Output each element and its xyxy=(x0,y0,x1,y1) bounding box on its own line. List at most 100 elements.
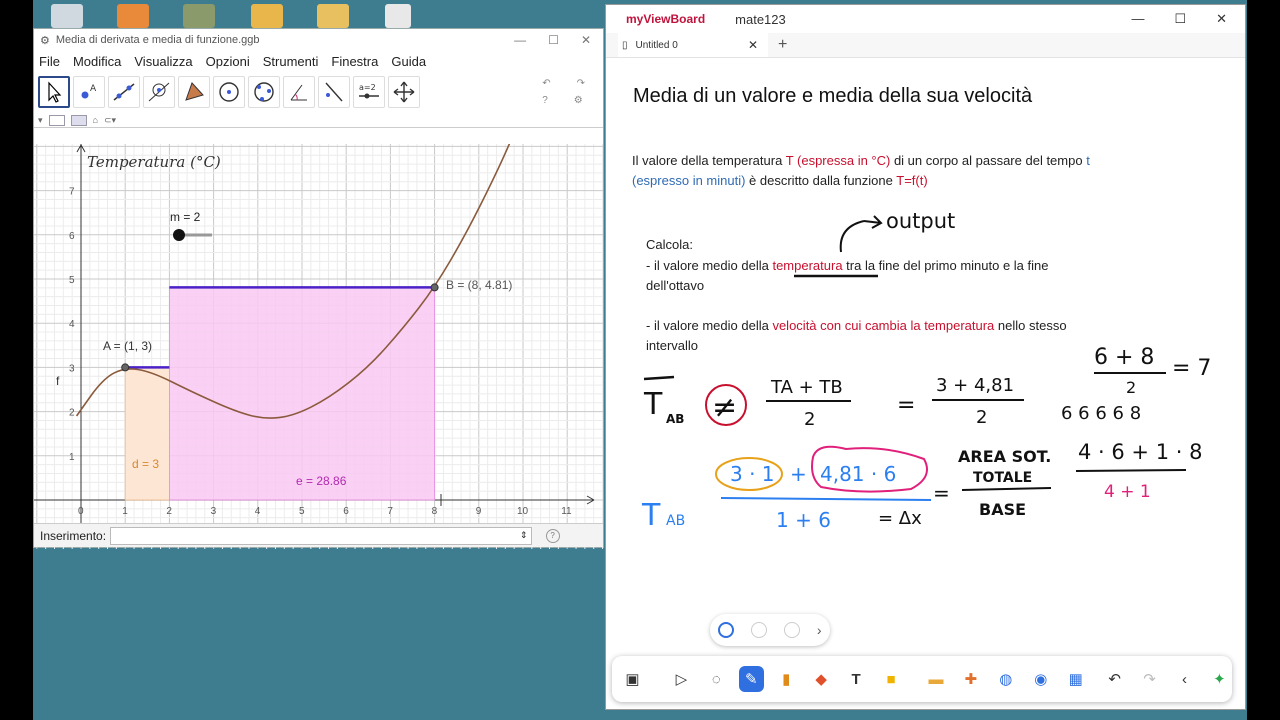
hw-t: T xyxy=(643,387,663,422)
mvb-user: mate123 xyxy=(735,11,786,27)
app-shortcut-icon[interactable] xyxy=(117,4,149,28)
move-view-tool-icon[interactable] xyxy=(388,76,420,108)
pen-icon[interactable]: ✎ xyxy=(738,666,764,692)
input-help-icon[interactable]: ? xyxy=(545,528,560,543)
overline-stroke xyxy=(643,375,675,381)
menu-file[interactable]: File xyxy=(39,54,60,69)
text-icon[interactable]: T xyxy=(844,666,869,692)
select-icon[interactable]: ▷ xyxy=(669,666,694,692)
minimize-icon[interactable]: — xyxy=(514,33,526,47)
orange-strip-region xyxy=(124,366,170,501)
x-tick-label: 1 xyxy=(122,506,128,517)
folder-icon[interactable]: ▬ xyxy=(924,666,949,692)
tab-label: Untitled 0 xyxy=(635,39,678,51)
document-icon[interactable] xyxy=(385,4,411,28)
lasso-icon[interactable]: ◌ xyxy=(704,666,729,692)
redo-icon[interactable]: ↷ xyxy=(577,78,585,89)
home-icon[interactable]: ⌂ xyxy=(93,115,98,125)
point-a[interactable] xyxy=(121,363,130,372)
ggb-menubar: File Modifica Visualizza Opzioni Strumen… xyxy=(34,51,603,71)
globe-icon[interactable]: ◍ xyxy=(993,666,1018,692)
graphics-view[interactable]: 0 1 2 3 4 5 6 7 8 9 10 11 1234567 Temperatura (°C) … xyxy=(34,132,604,549)
maximize-icon[interactable]: ☐ xyxy=(1174,11,1186,27)
eraser-icon[interactable]: ▮ xyxy=(774,666,799,692)
mean-rectangle-region xyxy=(168,286,436,501)
document-icon: ▯ xyxy=(622,39,628,51)
close-icon[interactable]: ✕ xyxy=(581,33,591,47)
slider-knob[interactable] xyxy=(173,229,185,241)
menu-opzioni[interactable]: Opzioni xyxy=(206,54,250,69)
shapes-icon[interactable]: ◆ xyxy=(809,666,834,692)
point-capture-icon[interactable]: ⊂▾ xyxy=(104,115,116,126)
redo-icon[interactable]: ↷ xyxy=(1137,666,1162,692)
undo-icon[interactable]: ↶ xyxy=(542,78,550,89)
menu-modifica[interactable]: Modifica xyxy=(73,54,121,69)
hw-area1: AREA SOT. xyxy=(958,447,1051,466)
ggb-window-title: Media di derivata e media di funzione.gg… xyxy=(55,34,260,46)
perpendicular-tool-icon[interactable] xyxy=(143,76,175,108)
y-tick-label: 6 xyxy=(69,231,75,242)
apps-icon[interactable]: ▦ xyxy=(1063,666,1088,692)
folder-icon[interactable] xyxy=(251,4,283,28)
screenshot-icon[interactable]: ▣ xyxy=(620,666,645,692)
hw-num2: 4,81 · 6 xyxy=(820,462,896,486)
slider-label: m = 2 xyxy=(170,210,201,224)
y-tick-label: 4 xyxy=(69,319,75,330)
folder-icon[interactable] xyxy=(317,4,349,28)
axes-toggle-icon[interactable] xyxy=(48,114,65,126)
input-field[interactable] xyxy=(110,526,533,545)
whiteboard-canvas[interactable]: Media di un valore e media della sua vel… xyxy=(606,57,1245,709)
menu-finestra[interactable]: Finestra xyxy=(331,54,378,69)
point-b[interactable] xyxy=(430,283,439,292)
menu-visualizza[interactable]: Visualizza xyxy=(134,54,192,69)
hw-frac2-num: 3 + 4,81 xyxy=(936,375,1014,396)
undo-icon[interactable]: ↶ xyxy=(1102,666,1127,692)
tab-close-icon[interactable]: ✕ xyxy=(748,38,758,52)
svg-text:A: A xyxy=(90,84,97,94)
y-tick-label: 2 xyxy=(69,408,75,419)
cursor-crosshair-icon xyxy=(435,494,447,506)
y-tick-label: 1 xyxy=(69,452,75,463)
toolbox-icon[interactable]: ✚ xyxy=(958,666,983,692)
menu-strumenti[interactable]: Strumenti xyxy=(263,54,319,69)
tab-untitled[interactable]: ▯ Untitled 0 ✕ xyxy=(618,33,768,57)
menu-guida[interactable]: Guida xyxy=(391,54,426,69)
point-a-label: A = (1, 3) xyxy=(103,339,152,353)
mvb-toolbar: ▣ ▷ ◌ ✎ ▮ ◆ T ■ ▬ ✚ ◍ ◉ ▦ ↶ ↷ ‹ ✦ xyxy=(612,656,1232,702)
input-dropdown-icon[interactable]: ⇕ xyxy=(520,530,528,541)
x-tick-label: 3 xyxy=(211,506,217,517)
grid-toggle-icon[interactable] xyxy=(70,114,87,126)
next-page-icon[interactable]: › xyxy=(817,622,822,638)
image-shortcut-icon[interactable] xyxy=(183,4,215,28)
sticky-note-icon[interactable]: ■ xyxy=(879,666,904,692)
new-tab-icon[interactable]: + xyxy=(778,36,787,54)
mvb-brand-icon[interactable]: ✦ xyxy=(1207,666,1232,692)
recycle-bin-icon[interactable] xyxy=(51,4,83,28)
page-dot-icon[interactable] xyxy=(751,622,768,638)
close-icon[interactable]: ✕ xyxy=(1216,11,1227,27)
reflect-tool-icon[interactable] xyxy=(318,76,350,108)
capture-icon[interactable]: ◉ xyxy=(1028,666,1053,692)
point-tool-icon[interactable]: A xyxy=(73,76,105,108)
move-tool-icon[interactable] xyxy=(38,76,70,108)
circle-three-points-icon[interactable] xyxy=(248,76,280,108)
hw-frac1-den: 2 xyxy=(804,409,815,430)
stylebar-toggle-icon[interactable]: ▾ xyxy=(38,115,43,126)
collapse-icon[interactable]: ‹ xyxy=(1172,666,1197,692)
mvb-logo: myViewBoard xyxy=(626,12,706,26)
circle-tool-icon[interactable] xyxy=(213,76,245,108)
hw-frac2-den: 2 xyxy=(976,407,987,428)
maximize-icon[interactable]: ☐ xyxy=(548,33,559,47)
page-dot-icon[interactable] xyxy=(784,622,801,638)
polygon-tool-icon[interactable] xyxy=(178,76,210,108)
x-tick-label: 11 xyxy=(561,506,572,517)
line-tool-icon[interactable] xyxy=(108,76,140,108)
page-dot-icon[interactable] xyxy=(718,622,735,638)
ggb-app-icon: ⚙ xyxy=(40,34,50,47)
area-label: e = 28.86 xyxy=(296,474,347,488)
settings-icon[interactable]: ⚙ xyxy=(574,95,583,106)
help-icon[interactable]: ? xyxy=(542,95,548,106)
minimize-icon[interactable]: — xyxy=(1131,11,1144,27)
slider-tool-icon[interactable]: a=2 xyxy=(353,76,385,108)
angle-tool-icon[interactable] xyxy=(283,76,315,108)
